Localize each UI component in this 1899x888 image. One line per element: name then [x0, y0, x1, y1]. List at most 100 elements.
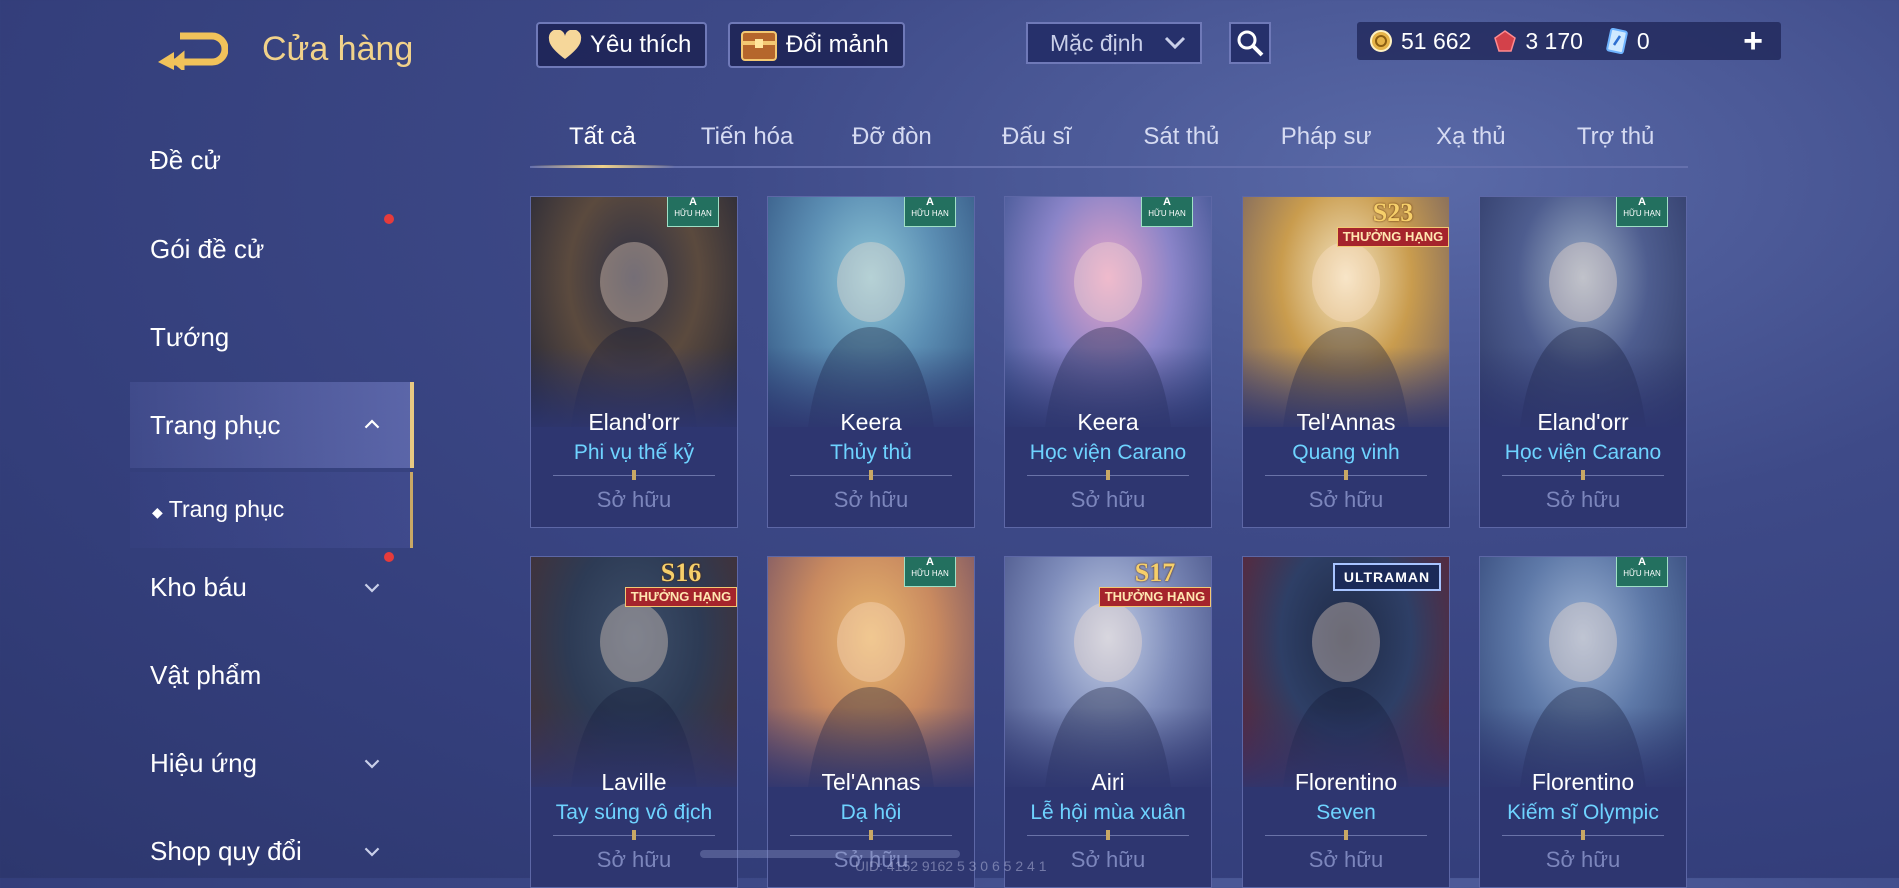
treasure-chest-icon [741, 31, 777, 61]
card-divider [1502, 470, 1664, 480]
hero-name: Keera [1077, 409, 1139, 435]
skin-tier-badge: S17 THƯỞNG HẠNG [1099, 559, 1211, 607]
sidebar-item-recommended[interactable]: Đề cử [150, 145, 221, 176]
tab-tank[interactable]: Đỡ đòn [820, 112, 965, 166]
skin-card[interactable]: S23 THƯỞNG HẠNG Tel'Annas Quang vinh Sở hữu [1242, 196, 1450, 528]
badge-label: HỮU HẠN [1623, 209, 1661, 218]
hero-name: Florentino [1294, 769, 1398, 795]
skin-card[interactable]: A HỮU HẠN Tel'Annas Dạ hội Sở hữu [767, 556, 975, 888]
badge-label: HỮU HẠN [911, 209, 949, 218]
skin-card[interactable]: A HỮU HẠN Keera Học viện Carano Sở hữu [1004, 196, 1212, 528]
card-divider [1027, 830, 1189, 840]
skin-card[interactable]: S16 THƯỞNG HẠNG Laville Tay súng vô địch Sở … [530, 556, 738, 888]
hero-name: Eland'orr [1537, 409, 1629, 435]
gold-coin-icon [1370, 30, 1392, 52]
ownership-status: Sở hữu [1545, 847, 1621, 872]
skin-name: Lễ hội mùa xuân [1030, 801, 1186, 824]
gold-currency: 51 662 [1369, 28, 1471, 55]
skin-card[interactable]: A HỮU HẠN Eland'orr Phi vụ thế kỷ Sở hữu [530, 196, 738, 528]
hero-name: Airi [1091, 769, 1125, 795]
hero-name: Eland'orr [588, 409, 680, 435]
tab-mage[interactable]: Pháp sư [1254, 112, 1399, 166]
skin-card[interactable]: ULTRAMAN Florentino Seven Sở hữu [1242, 556, 1450, 888]
badge-rank: A [1163, 196, 1171, 208]
skin-card[interactable]: A HỮU HẠN Florentino Kiếm sĩ Olympic Sở hữu [1479, 556, 1687, 888]
gem-value: 3 170 [1525, 27, 1583, 54]
skin-tier-badge: A HỮU HẠN [667, 197, 719, 227]
skin-name: Phi vụ thế kỷ [573, 441, 695, 464]
badge-label: THƯỞNG HẠNG [625, 587, 737, 607]
badge-season: S16 [660, 558, 702, 587]
tab-marksman[interactable]: Xạ thủ [1399, 112, 1544, 166]
search-button[interactable] [1229, 22, 1271, 64]
tab-assassin[interactable]: Sát thủ [1109, 112, 1254, 166]
sidebar-subitem-skins[interactable]: ◆ Trang phục [152, 496, 284, 523]
hero-name: Tel'Annas [821, 769, 921, 795]
card-divider [1265, 470, 1427, 480]
sidebar-item-items[interactable]: Vật phẩm [150, 660, 261, 691]
badge-label: THƯỞNG HẠNG [1099, 587, 1211, 607]
chevron-down-icon [364, 759, 380, 769]
page-title: Cửa hàng [262, 30, 414, 68]
skin-name: Kiếm sĩ Olympic [1507, 801, 1659, 824]
skin-tier-badge: A HỮU HẠN [1141, 196, 1193, 227]
card-divider [553, 470, 715, 480]
ownership-status: Sở hữu [1308, 847, 1384, 872]
sidebar-item-exchange-shop[interactable]: Shop quy đổi [150, 836, 302, 867]
gold-value: 51 662 [1401, 27, 1472, 54]
badge-label: HỮU HẠN [674, 209, 712, 218]
skin-name: Dạ hội [840, 801, 902, 824]
skin-name: Thủy thủ [830, 441, 912, 464]
ownership-status: Sở hữu [1070, 487, 1146, 512]
skin-tier-badge: A HỮU HẠN [1616, 557, 1668, 587]
card-divider [553, 830, 715, 840]
skin-tier-badge: A HỮU HẠN [904, 556, 956, 587]
sort-dropdown[interactable]: Mặc định [1026, 22, 1202, 64]
tab-evolution[interactable]: Tiến hóa [675, 112, 820, 166]
card-divider [1502, 830, 1664, 840]
tab-support[interactable]: Trợ thủ [1543, 112, 1688, 166]
skin-name: Tay súng vô địch [555, 801, 713, 824]
chevron-down-icon [364, 847, 380, 857]
skin-tier-badge: A HỮU HẠN [1616, 197, 1668, 227]
skin-name: Quang vinh [1292, 441, 1400, 464]
skin-name: Học viện Carano [1029, 441, 1187, 464]
chevron-down-icon [1164, 36, 1186, 50]
back-arrow-icon [158, 32, 229, 73]
badge-rank: A [926, 556, 934, 568]
badge-label: THƯỞNG HẠNG [1337, 227, 1449, 247]
tab-fighter[interactable]: Đấu sĩ [964, 112, 1109, 166]
skin-tier-badge: S23 THƯỞNG HẠNG [1337, 199, 1449, 247]
voucher-value: 0 [1636, 27, 1650, 54]
sidebar-item-effects[interactable]: Hiệu ứng [150, 748, 257, 779]
favorites-button[interactable]: Yêu thích [536, 22, 708, 68]
sidebar-item-bundles[interactable]: Gói đề cử [150, 234, 264, 265]
currency-bar: 51 662 3 170 0 + [1357, 22, 1781, 60]
skin-tier-badge: A HỮU HẠN [904, 197, 956, 227]
skin-name: Học viện Carano [1504, 441, 1662, 464]
skin-card[interactable]: S17 THƯỞNG HẠNG Airi Lễ hội mùa xuân Sở hữu [1004, 556, 1212, 888]
chevron-up-icon [364, 419, 380, 429]
badge-label: HỮU HẠN [1148, 209, 1186, 218]
skin-card[interactable]: A HỮU HẠN Eland'orr Học viện Carano Sở hữu [1479, 196, 1687, 528]
sidebar-item-heroes[interactable]: Tướng [150, 322, 229, 353]
add-currency-button[interactable]: + [1743, 22, 1763, 60]
exchange-shards-button[interactable]: Đổi mảnh [728, 22, 905, 68]
hero-name: Tel'Annas [1296, 409, 1396, 435]
sidebar-item-skins[interactable]: Trang phục [150, 410, 281, 441]
scrollbar[interactable] [700, 850, 960, 858]
badge-season: S17 [1134, 558, 1176, 587]
card-divider [790, 470, 952, 480]
back-button[interactable] [150, 28, 229, 73]
sidebar-item-treasure[interactable]: Kho báu [150, 572, 247, 603]
chevron-down-icon [364, 583, 380, 593]
card-divider [1027, 470, 1189, 480]
search-icon [1237, 30, 1264, 57]
tab-all[interactable]: Tất cả [530, 112, 675, 168]
heart-icon [548, 30, 582, 59]
ownership-status: Sở hữu [1308, 487, 1384, 512]
skin-card[interactable]: A HỮU HẠN Keera Thủy thủ Sở hữu [767, 196, 975, 528]
sort-selected-value: Mặc định [1050, 29, 1144, 56]
hero-name: Keera [840, 409, 902, 435]
skin-tier-badge: S16 THƯỞNG HẠNG [625, 559, 737, 607]
